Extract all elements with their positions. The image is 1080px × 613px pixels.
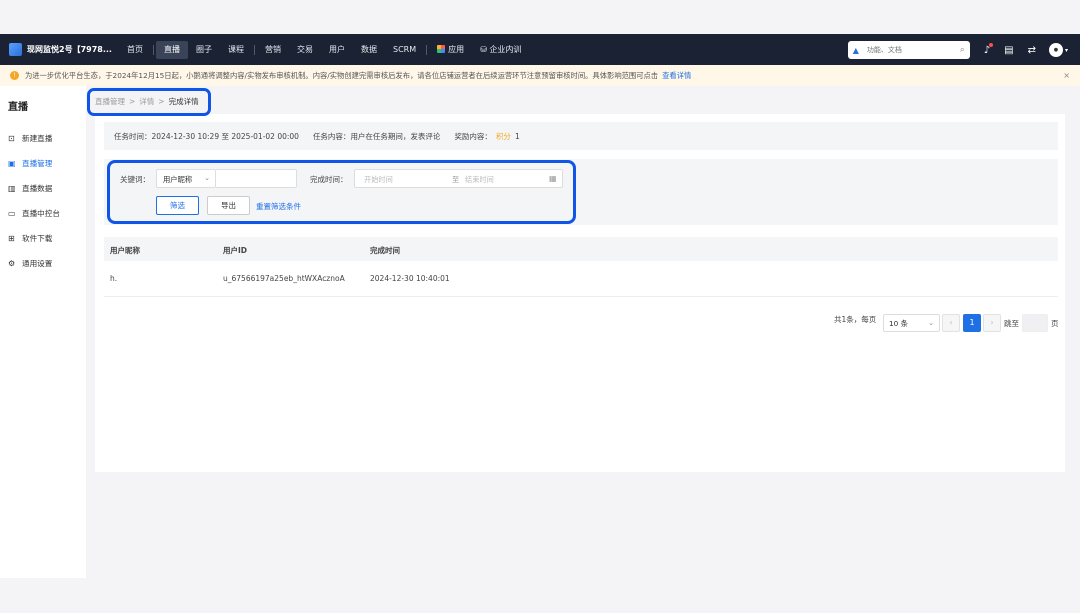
- task-content-value: 用户在任务期间，发表评论: [350, 131, 441, 141]
- switch-icon[interactable]: ⇄: [1028, 45, 1036, 56]
- sidebar-item-console[interactable]: ▭ 直播中控台: [0, 201, 86, 226]
- page-size-select[interactable]: 10 条 ⌄: [883, 314, 940, 332]
- column-header-complete-time: 完成时间: [370, 246, 400, 255]
- console-icon: ▭: [8, 209, 16, 218]
- nav-training-label: 企业内训: [489, 44, 522, 54]
- sidebar-item-live-data[interactable]: ▥ 直播数据: [0, 176, 86, 201]
- nav-item-circle[interactable]: 圈子: [188, 41, 220, 59]
- cell-user-id: u_67566197a25eb_htWXAcznoA: [223, 274, 345, 283]
- global-search[interactable]: ▲ ⌕: [847, 41, 970, 59]
- sidebar-item-label: 直播数据: [22, 184, 53, 193]
- sidebar-item-label: 通用设置: [22, 259, 53, 268]
- sidebar-item-settings[interactable]: ⚙ 通用设置: [0, 251, 86, 276]
- table-header: 用户昵称 用户ID 完成时间: [104, 237, 1058, 261]
- top-right-tools: ▲ ⌕ ♪ ▤ ⇄ ● ▾: [847, 41, 1068, 59]
- nav-item-live[interactable]: 直播: [156, 40, 188, 59]
- search-input[interactable]: [866, 46, 947, 54]
- page-suffix: 页: [1051, 319, 1059, 328]
- brand-logo-icon: [9, 43, 22, 56]
- sidebar-item-download[interactable]: ⊞ 软件下载: [0, 226, 86, 251]
- pagination-summary: 共1条，每页: [834, 315, 877, 324]
- chevron-down-icon[interactable]: ▾: [1065, 47, 1068, 54]
- notice-bar: ! 为进一步优化平台生态，于2024年12月15日起，小鹅通将调整内容/实物发布…: [0, 65, 1080, 86]
- nav-item-data[interactable]: 数据: [353, 41, 385, 59]
- prev-page-button[interactable]: ‹: [942, 314, 960, 332]
- nav-item-training[interactable]: ⛁ 企业内训: [472, 41, 529, 59]
- nav-item-course[interactable]: 课程: [220, 41, 252, 59]
- store-icon[interactable]: ▤: [1004, 45, 1013, 56]
- sidebar-item-label: 直播中控台: [22, 209, 60, 218]
- download-icon: ⊞: [8, 234, 15, 243]
- settings-icon: ⚙: [8, 259, 16, 268]
- cell-complete-time: 2024-12-30 10:40:01: [370, 274, 450, 283]
- next-page-button[interactable]: ›: [983, 314, 1001, 332]
- nav-divider: [254, 44, 255, 55]
- task-time-value: 2024-12-30 10:29 至 2025-01-02 00:00: [151, 131, 299, 141]
- task-time-label: 任务时间：: [114, 131, 152, 141]
- chevron-down-icon: ⌄: [928, 319, 934, 327]
- nav-item-marketing[interactable]: 营销: [257, 41, 289, 59]
- reward-label: 奖励内容：: [454, 131, 492, 141]
- reward-type: 积分: [495, 131, 511, 141]
- filter-highlight-box: [107, 160, 576, 224]
- cell-nickname: h.: [110, 274, 118, 283]
- notification-dot: [989, 42, 994, 47]
- page-number-current[interactable]: 1: [963, 314, 981, 332]
- warning-icon: !: [10, 71, 19, 80]
- nav-item-scrm[interactable]: SCRM: [385, 41, 424, 59]
- sidebar-item-new-live[interactable]: ⊡ 新建直播: [0, 126, 86, 151]
- nav-item-trade[interactable]: 交易: [289, 41, 321, 59]
- sidebar-item-label: 直播管理: [22, 159, 53, 168]
- live-data-icon: ▥: [8, 184, 16, 193]
- reward-value: 1: [514, 131, 520, 141]
- nav-item-home[interactable]: 首页: [119, 41, 151, 59]
- avatar[interactable]: ●: [1048, 43, 1063, 57]
- training-icon: ⛁: [480, 44, 490, 54]
- sidebar: 直播 ⊡ 新建直播 ▣ 直播管理 ▥ 直播数据 ▭ 直播中控台 ⊞ 软件下载 ⚙ 通用设置: [0, 86, 86, 578]
- nav-item-user[interactable]: 用户: [321, 41, 353, 59]
- live-manage-icon: ▣: [8, 159, 16, 168]
- brand-name: 现网监悦2号【7978...: [27, 45, 112, 54]
- nav-divider: [153, 44, 154, 55]
- apps-grid-icon: [437, 44, 446, 53]
- breadcrumb-highlight-box: [87, 88, 211, 116]
- search-icon[interactable]: ⌕: [960, 45, 965, 55]
- nav-item-apps[interactable]: 应用: [429, 41, 472, 59]
- notice-details-link[interactable]: 查看详情: [662, 71, 691, 81]
- search-logo-icon: ▲: [852, 45, 859, 55]
- column-header-user-id: 用户ID: [223, 246, 248, 255]
- nav-divider: [426, 44, 428, 55]
- sidebar-item-label: 软件下载: [22, 234, 53, 243]
- sidebar-item-live-manage[interactable]: ▣ 直播管理: [0, 151, 86, 176]
- sidebar-item-label: 新建直播: [22, 134, 53, 143]
- task-content-label: 任务内容：: [312, 131, 351, 141]
- nav-apps-label: 应用: [448, 44, 465, 54]
- close-icon[interactable]: ×: [1063, 71, 1070, 80]
- notification-bell-icon[interactable]: ♪: [984, 42, 994, 56]
- jump-to-label: 跳至: [1004, 319, 1019, 328]
- main-nav: 首页 直播 圈子 课程 营销 交易 用户 数据 SCRM 应用 ⛁ 企业内训: [119, 40, 529, 59]
- notice-text: 为进一步优化平台生态，于2024年12月15日起，小鹅通将调整内容/实物发布审核…: [25, 70, 659, 80]
- brand[interactable]: 现网监悦2号【7978...: [9, 43, 114, 56]
- column-header-nickname: 用户昵称: [110, 246, 140, 255]
- task-info-bar: 任务时间： 2024-12-30 10:29 至 2025-01-02 00:0…: [104, 122, 1058, 150]
- page-size-value: 10 条: [889, 319, 908, 328]
- jump-page-input[interactable]: [1022, 314, 1048, 332]
- sidebar-title: 直播: [8, 102, 28, 113]
- table-row: h. u_67566197a25eb_htWXAcznoA 2024-12-30…: [104, 261, 1058, 297]
- new-live-icon: ⊡: [8, 134, 15, 143]
- top-navigation-bar: 现网监悦2号【7978... 首页 直播 圈子 课程 营销 交易 用户 数据 S…: [0, 34, 1080, 65]
